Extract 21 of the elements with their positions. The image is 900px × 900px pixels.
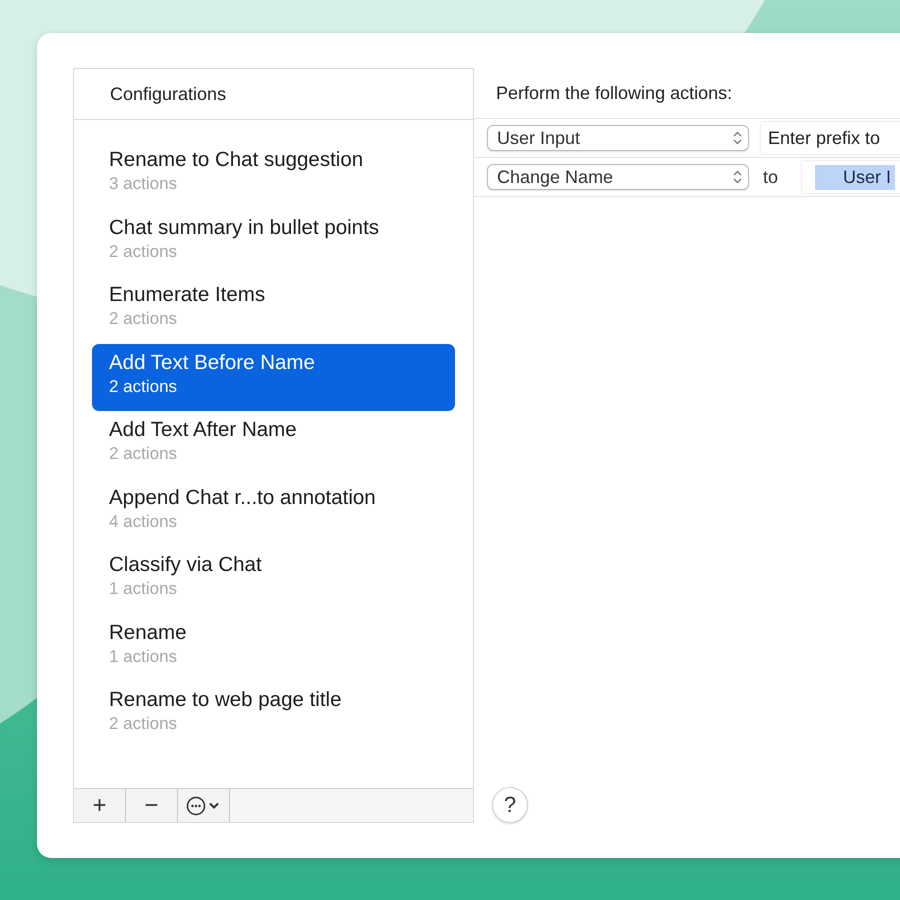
- prompt-field[interactable]: Enter prefix to: [761, 122, 900, 154]
- action-popup[interactable]: User Input: [487, 125, 749, 151]
- configuration-item[interactable]: Classify via Chat 1 actions: [92, 546, 455, 614]
- configuration-item[interactable]: Rename 1 actions: [92, 614, 455, 681]
- list-title: Configurations: [110, 84, 226, 104]
- up-down-chevron-icon: [733, 131, 742, 145]
- help-button[interactable]: ?: [492, 787, 528, 823]
- actions-title: Perform the following actions:: [496, 82, 732, 104]
- configuration-item[interactable]: Rename to Chat suggestion 3 actions: [92, 141, 455, 208]
- ellipsis-circle-icon: [186, 794, 222, 816]
- variable-token: User I: [815, 164, 896, 190]
- action-popup[interactable]: Change Name: [487, 164, 749, 190]
- configuration-item[interactable]: Chat summary in bullet points 2 actions: [92, 208, 455, 276]
- up-down-chevron-icon: [733, 170, 742, 184]
- configuration-item[interactable]: Enumerate Items 2 actions: [92, 276, 455, 344]
- configuration-item[interactable]: Add Text Before Name 2 actions: [92, 344, 455, 411]
- configuration-item[interactable]: Append Chat r...to annotation 4 actions: [92, 478, 455, 546]
- configuration-item[interactable]: Rename to web page title 2 actions: [92, 681, 455, 748]
- token-field[interactable]: User I: [802, 161, 900, 193]
- configuration-item[interactable]: Add Text After Name 2 actions: [92, 411, 455, 478]
- connector-label: to: [763, 166, 778, 188]
